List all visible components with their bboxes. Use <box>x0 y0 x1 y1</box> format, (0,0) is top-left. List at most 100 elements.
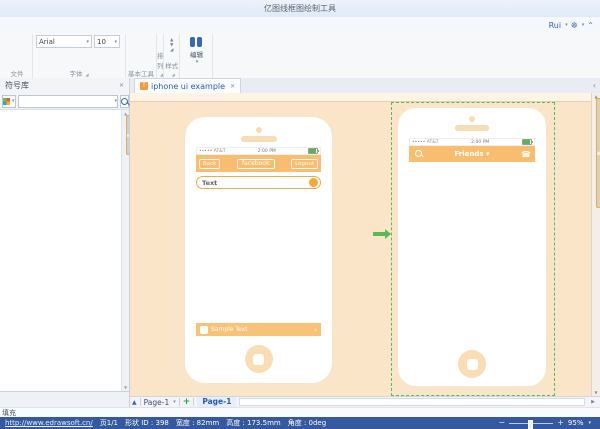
search-icon[interactable] <box>412 150 424 159</box>
scroll-down-icon[interactable]: ▼ <box>124 385 127 390</box>
vertical-scrollbar[interactable]: ▲▼ <box>591 93 600 396</box>
ribbon-tab-row: Rui▾ ☸▾ ⌃ <box>0 17 600 34</box>
page-panel-collapse-icon[interactable]: ▲ <box>132 399 137 406</box>
home-button[interactable] <box>458 350 486 378</box>
battery-icon <box>522 139 532 145</box>
font-group: Arial▾ 10▾ 字体 <box>33 34 126 79</box>
nav-title: Friends ▾ <box>424 150 520 158</box>
symbol-library-sidebar: ▾ ▾ ▲▼ <box>0 93 130 407</box>
drawing-canvas[interactable]: ••••• AT&T 2:00 PM Back facebook Logout … <box>130 93 600 396</box>
symbol-search-box: ▾ <box>18 95 119 108</box>
style-group: ▲▼◢ 样式 <box>164 34 180 79</box>
gallery-scrollbar[interactable]: ▲▼ <box>121 110 129 391</box>
title-bar: 亿图线框图绘制工具 <box>0 0 600 18</box>
nav-title: facebook <box>237 159 275 169</box>
vertical-scroll-thumb[interactable] <box>596 98 600 208</box>
basic-tools-group: 基本工具 <box>126 34 157 79</box>
phone-time: 2:00 PM <box>225 149 308 154</box>
style-group-label: 样式 <box>164 60 179 78</box>
symbol-search-input[interactable] <box>19 97 114 106</box>
shape-id: 形状 ID : 398 <box>125 418 169 428</box>
phone-status-bar: ••••• AT&T 2:00 PM <box>196 147 321 155</box>
binoculars-icon <box>189 37 203 48</box>
left-phone-wireframe[interactable]: ••••• AT&T 2:00 PM Back facebook Logout … <box>185 117 332 383</box>
symbol-panel-close-icon[interactable]: ✕ <box>119 82 124 89</box>
active-page-tab[interactable]: Page-1 <box>197 397 236 407</box>
zoom-level: 95% <box>568 419 584 427</box>
shape-tool-icons <box>131 35 153 69</box>
library-category-button[interactable]: ▾ <box>2 95 16 108</box>
horizontal-scrollbar[interactable] <box>239 398 585 406</box>
camera-dot <box>256 127 262 133</box>
page-indicator: 页1/1 <box>100 418 118 428</box>
status-bar: http://www.edrawsoft.cn/ 页1/1 形状 ID : 39… <box>0 417 600 429</box>
zoom-slider-thumb[interactable] <box>528 420 533 429</box>
font-size-select[interactable]: 10▾ <box>94 35 120 48</box>
chevron-right-icon: › <box>314 326 317 334</box>
phone-nav-bar: Back facebook Logout <box>196 155 321 172</box>
edit-group: 编辑 ▾ <box>180 34 213 79</box>
search-button[interactable] <box>120 95 129 108</box>
speaker-slot <box>455 125 489 131</box>
arrange-group: 排列 <box>157 34 164 79</box>
search-dropdown-caret-icon[interactable]: ▾ <box>115 98 118 104</box>
account-area: Rui▾ ☸▾ ⌃ <box>549 17 600 33</box>
logout-button[interactable]: Logout <box>291 159 318 169</box>
scroll-down-icon[interactable]: ▼ <box>594 390 597 395</box>
sidebar-bottom-tabs <box>0 391 129 407</box>
document-tab-label: iphone ui example <box>151 82 225 91</box>
find-edit-button[interactable]: 编辑 ▾ <box>183 35 209 69</box>
right-phone-wireframe[interactable]: ••••• AT&T 2:00 PM Friends ▾ ☎ <box>398 108 546 386</box>
shape-height: 高度 : 173.5mm <box>226 418 281 428</box>
shape-width: 宽度 : 82mm <box>176 418 219 428</box>
sample-list-row[interactable]: Sample Text › <box>196 323 321 336</box>
phone-status-bar: ••••• AT&T 2:00 PM <box>409 138 535 146</box>
font-family-select[interactable]: Arial▾ <box>36 35 92 48</box>
document-tab-strip: 符号库 ✕ T iphone ui example ✕ ‹ <box>0 78 600 94</box>
swipe-arrow-icon <box>373 232 385 236</box>
ribbon: 文件 Arial▾ 10▾ 字体 基本工具 排列 <box>0 33 600 80</box>
gallery-scroll-thumb[interactable] <box>126 115 129 155</box>
camera-dot <box>469 116 475 122</box>
account-caret-icon: ▾ <box>565 22 568 28</box>
checkbox-icon[interactable] <box>200 326 208 334</box>
add-page-button[interactable]: + <box>183 398 191 407</box>
fill-color-palette: 填充 <box>0 407 600 417</box>
field-circle-icon <box>309 178 318 187</box>
document-tab[interactable]: T iphone ui example ✕ <box>134 78 241 93</box>
horizontal-ruler <box>130 93 592 102</box>
collapse-ribbon-icon[interactable]: ⌃ <box>587 21 594 30</box>
symbol-panel-title: 符号库 <box>5 80 29 91</box>
shape-angle: 角度 : 0deg <box>288 418 326 428</box>
clipboard-icons <box>5 35 29 69</box>
phone-handset-icon[interactable]: ☎ <box>520 150 532 159</box>
phone-nav-bar: Friends ▾ ☎ <box>409 146 535 162</box>
page-selector[interactable]: Page-1 <box>144 398 170 407</box>
scroll-right-icon[interactable]: ▶ <box>588 399 598 405</box>
zoom-out-button[interactable]: − <box>499 419 506 427</box>
edrawsoft-link[interactable]: http://www.edrawsoft.cn/ <box>5 419 93 427</box>
collapse-panel-icon[interactable]: ‹ <box>589 78 600 93</box>
window-title: 亿图线框图绘制工具 <box>4 3 596 14</box>
home-button[interactable] <box>245 345 273 373</box>
document-tab-close-icon[interactable]: ✕ <box>230 83 235 90</box>
search-icon <box>121 98 128 105</box>
arrange-group-label: 排列 <box>157 50 163 78</box>
account-name[interactable]: Rui <box>549 21 562 30</box>
edraw-wireframe-app: 亿图线框图绘制工具 Rui▾ ☸▾ ⌃ 文件 Arial▾ 10▾ 字体 <box>0 0 600 429</box>
settings-caret-icon: ▾ <box>582 22 585 28</box>
basic-tools-group-label: 基本工具 <box>126 68 156 78</box>
zoom-slider[interactable] <box>509 423 553 424</box>
speaker-slot <box>241 136 277 142</box>
settings-gear-icon[interactable]: ☸ <box>571 21 578 30</box>
page-tab-row: ▲ Page-1▾ + Page-1 ▶ <box>130 396 600 407</box>
zoom-in-button[interactable]: + <box>557 419 564 427</box>
symbol-gallery: ▲▼ <box>0 109 129 391</box>
text-field[interactable]: Text <box>196 176 321 189</box>
phone-time: 2:00 PM <box>438 140 522 145</box>
clipboard-group: 文件 <box>2 34 33 79</box>
palette-label: 填充 <box>2 408 16 418</box>
back-button[interactable]: Back <box>199 159 220 169</box>
document-icon: T <box>140 82 148 90</box>
battery-icon <box>308 148 318 154</box>
